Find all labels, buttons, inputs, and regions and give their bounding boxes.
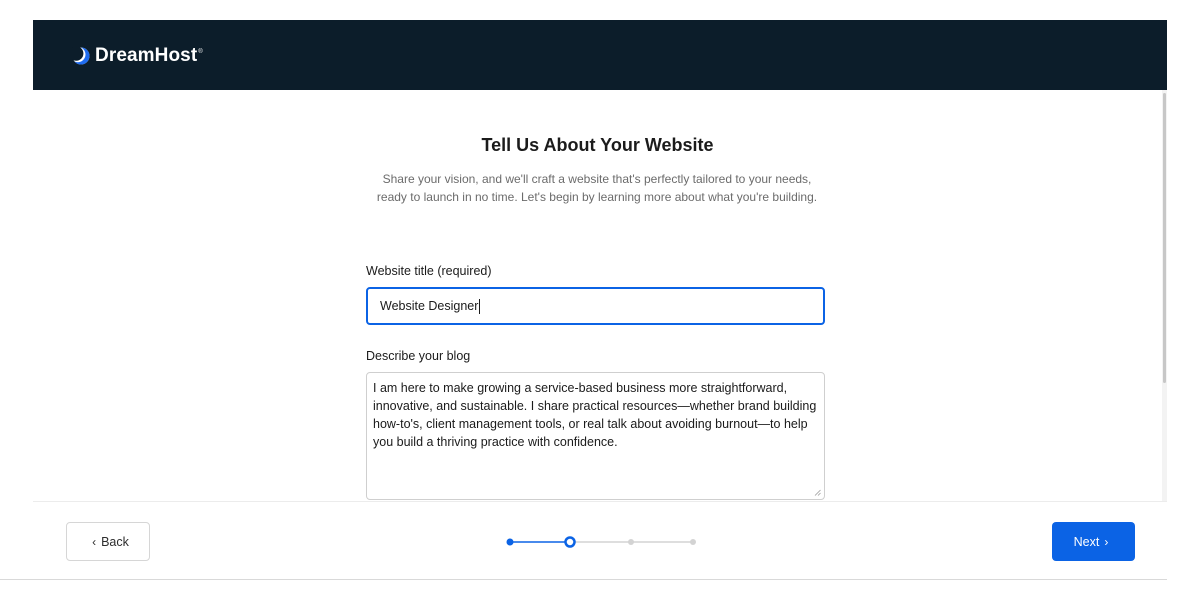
blog-description-value: I am here to make growing a service-base… — [373, 381, 817, 449]
main-content: Tell Us About Your Website Share your vi… — [33, 90, 1162, 501]
resize-handle-icon[interactable] — [814, 489, 821, 496]
brand-name: DreamHost — [95, 45, 198, 66]
next-button-label: Next — [1073, 534, 1100, 549]
step-2-dot-current — [564, 536, 576, 548]
website-title-input[interactable]: Website Designer — [366, 287, 825, 325]
top-navigation-bar: DreamHost ® — [33, 20, 1167, 90]
back-button-label: Back — [101, 534, 129, 549]
chevron-right-icon: › — [1104, 534, 1109, 549]
app-window: DreamHost ® Tell Us About Your Website S… — [33, 20, 1167, 581]
page-title: Tell Us About Your Website — [481, 135, 714, 155]
website-title-label: Website title (required) — [366, 264, 492, 278]
scrollbar-thumb[interactable] — [1163, 93, 1166, 383]
step-1-dot — [506, 538, 514, 546]
back-button[interactable]: ‹ Back — [66, 522, 150, 561]
step-3-dot — [628, 539, 634, 545]
website-title-value: Website Designer — [380, 299, 479, 313]
text-cursor — [479, 298, 481, 314]
dreamhost-logo[interactable]: DreamHost ® — [69, 45, 203, 67]
blog-description-textarea[interactable]: I am here to make growing a service-base… — [366, 372, 825, 500]
page-subtitle: Share your vision, and we'll craft a web… — [376, 172, 818, 204]
chevron-left-icon: ‹ — [92, 534, 97, 549]
step-4-dot — [690, 539, 696, 545]
blog-description-label: Describe your blog — [366, 349, 471, 363]
next-button[interactable]: Next › — [1052, 522, 1135, 561]
trademark-symbol: ® — [198, 48, 203, 55]
window-bottom-border — [0, 579, 1167, 580]
wizard-footer: ‹ Back Next › — [33, 501, 1167, 581]
progress-stepper — [506, 536, 696, 548]
moon-logo-icon — [69, 46, 90, 65]
